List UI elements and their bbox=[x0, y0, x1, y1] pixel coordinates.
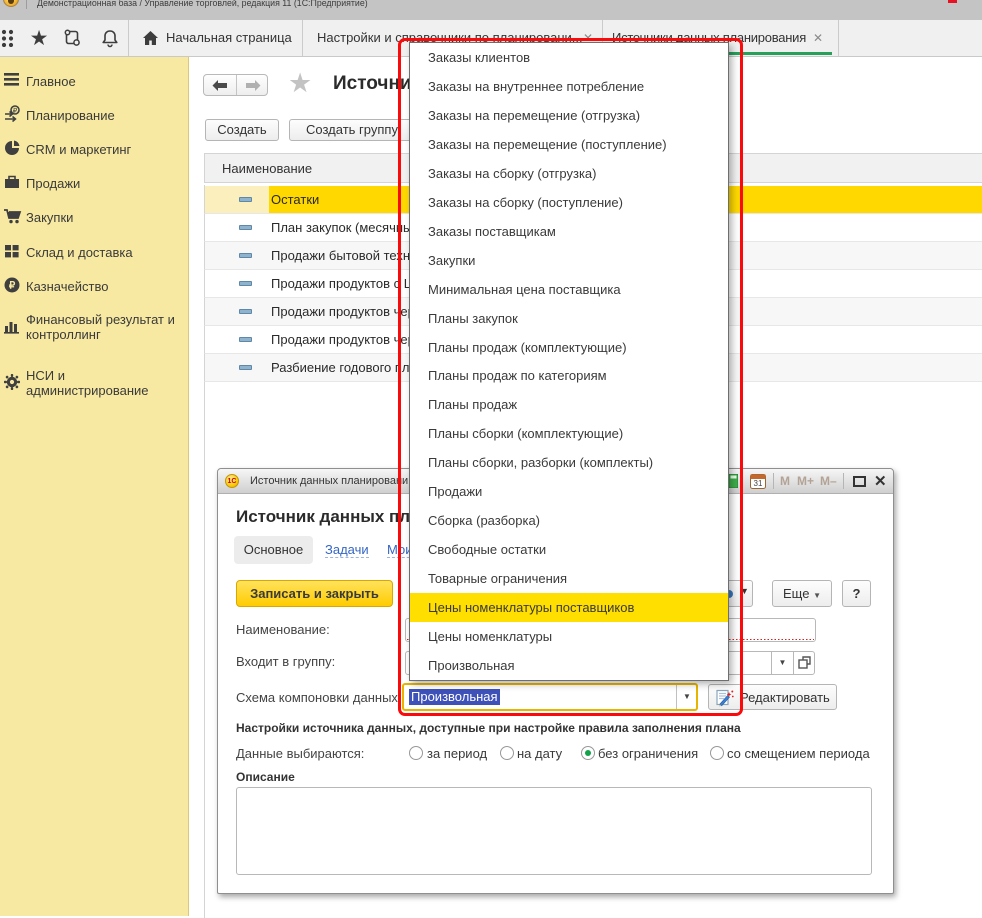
svg-text:31: 31 bbox=[754, 479, 763, 488]
svg-text:₽: ₽ bbox=[9, 281, 16, 292]
svg-text:₽: ₽ bbox=[13, 107, 18, 115]
